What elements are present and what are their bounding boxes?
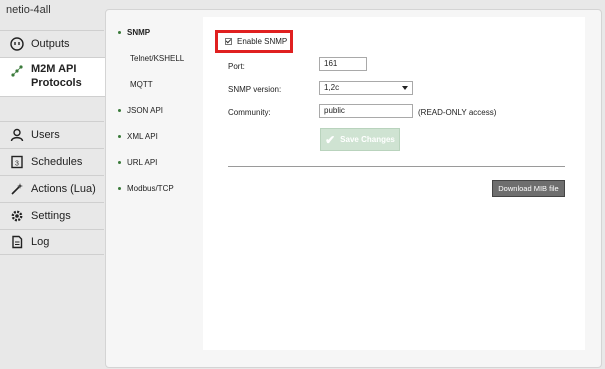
bullet-icon [118, 135, 121, 139]
nav-label: Outputs [31, 37, 70, 50]
community-note: (READ-ONLY access) [418, 108, 497, 117]
subnav-label: XML API [127, 132, 158, 141]
download-mib-button[interactable]: Download MIB file [492, 180, 565, 197]
nav-label: Schedules [31, 155, 83, 168]
network-nodes-icon [10, 64, 24, 78]
community-label: Community: [228, 108, 271, 117]
enable-snmp-label: Enable SNMP [237, 37, 288, 46]
snmp-version-label: SNMP version: [228, 85, 282, 94]
subnav-item-json-api[interactable]: JSON API [118, 106, 163, 115]
subnav-label: MQTT [130, 80, 153, 89]
snmp-version-value: 1,2c [324, 83, 340, 92]
checkmark-icon: ✔ [325, 132, 336, 147]
nav-label: Users [31, 128, 60, 141]
subnav-item-telnet[interactable]: Telnet/KSHELL [118, 54, 184, 63]
checkbox-checked-icon[interactable] [225, 38, 232, 45]
save-changes-label: Save Changes [340, 135, 395, 144]
subnav-item-xml-api[interactable]: XML API [118, 132, 158, 141]
bullet-icon [118, 187, 121, 191]
gear-icon [10, 209, 24, 223]
nav-label: M2M API [31, 63, 77, 75]
port-label: Port: [228, 62, 245, 71]
brand-title: netio-4all [6, 4, 51, 16]
bullet-icon [118, 31, 121, 35]
bullet-icon [118, 109, 121, 113]
nav-item-log[interactable]: Log [0, 229, 104, 255]
bullet-icon [118, 161, 121, 165]
subnav-item-modbus[interactable]: Modbus/TCP [118, 184, 174, 193]
subnav-item-mqtt[interactable]: MQTT [118, 80, 153, 89]
nav-item-schedules[interactable]: 3 Schedules [0, 148, 104, 174]
subnav-item-snmp[interactable]: SNMP [118, 28, 150, 37]
nav-label: Settings [31, 209, 71, 222]
document-icon [10, 235, 24, 249]
nav-item-settings[interactable]: Settings [0, 202, 104, 228]
save-changes-button[interactable]: ✔ Save Changes [320, 128, 400, 151]
nav-item-actions[interactable]: Actions (Lua) [0, 175, 104, 201]
subnav-label: Modbus/TCP [127, 184, 174, 193]
section-divider [228, 166, 565, 167]
subnav-label: Telnet/KSHELL [130, 54, 185, 63]
subnav-label: SNMP [127, 28, 151, 37]
nav-item-outputs[interactable]: Outputs [0, 30, 104, 56]
svg-text:3: 3 [15, 160, 19, 167]
nav-label: Log [31, 236, 50, 248]
nav-label: Actions (Lua) [31, 182, 96, 195]
nav-item-m2m-api[interactable]: M2M API Protocols [0, 57, 106, 97]
subnav-item-url-api[interactable]: URL API [118, 158, 157, 167]
snmp-version-select[interactable]: 1,2c [319, 81, 413, 95]
chevron-down-icon [402, 86, 408, 90]
outlet-icon [10, 36, 24, 51]
calendar-icon: 3 [10, 155, 24, 169]
nav-item-users[interactable]: Users [0, 121, 104, 147]
user-icon [10, 128, 24, 142]
port-input[interactable]: 161 [319, 57, 367, 71]
subnav-label: URL API [127, 158, 158, 167]
community-input[interactable]: public [319, 104, 413, 118]
nav-label: Protocols [31, 77, 82, 89]
enable-snmp-checkbox[interactable]: Enable SNMP [225, 37, 287, 46]
subnav-label: JSON API [127, 106, 164, 115]
magic-wand-icon [10, 182, 24, 196]
